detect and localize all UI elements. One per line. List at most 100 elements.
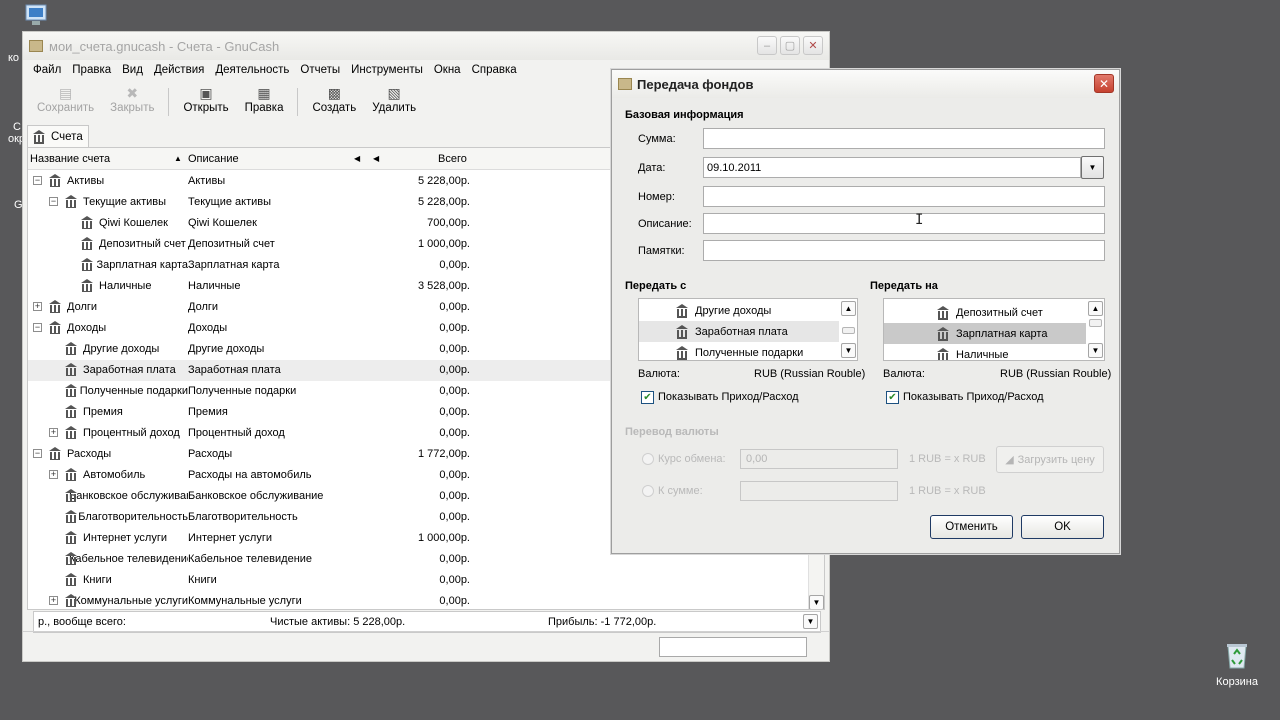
account-total: 5 228,00р.: [418, 175, 470, 187]
menu-tools[interactable]: Инструменты: [351, 64, 423, 76]
close-button[interactable]: ✕: [803, 36, 823, 55]
amount-label: Сумма:: [638, 133, 676, 145]
maximize-button[interactable]: ▢: [780, 36, 800, 55]
exchange-rate-field[interactable]: 0,00: [740, 449, 898, 469]
table-row[interactable]: + Долги Долги 0,00р.: [28, 297, 610, 318]
table-row[interactable]: Благотворительность Благотворительность …: [28, 507, 610, 528]
menu-edit[interactable]: Правка: [72, 64, 111, 76]
recycle-bin[interactable]: Корзина: [1210, 640, 1264, 688]
date-label: Дата:: [638, 162, 666, 174]
to-amount-radio[interactable]: [642, 485, 654, 497]
transfer-from-list[interactable]: Другие доходы Заработная плата Полученны…: [638, 298, 858, 361]
menu-help[interactable]: Справка: [472, 64, 517, 76]
exchange-rate-radio[interactable]: [642, 453, 654, 465]
scroll-up-button[interactable]: ▲: [841, 301, 856, 316]
tab-accounts[interactable]: Счета: [27, 125, 89, 147]
table-row[interactable]: Премия Премия 0,00р.: [28, 402, 610, 423]
list-item[interactable]: Полученные подарки: [639, 342, 839, 360]
to-show-income-checkbox[interactable]: ✔: [886, 391, 899, 404]
table-row[interactable]: Интернет услуги Интернет услуги 1 000,00…: [28, 528, 610, 549]
account-total: 1 000,00р.: [418, 532, 470, 544]
list-item-selected[interactable]: Заработная плата: [639, 321, 839, 342]
table-row[interactable]: Полученные подарки Полученные подарки 0,…: [28, 381, 610, 402]
main-titlebar[interactable]: мои_счета.gnucash - Счета - GnuCash – ▢ …: [23, 32, 829, 60]
to-amount-field[interactable]: [740, 481, 898, 501]
account-description: Коммунальные услуги: [188, 595, 302, 607]
summary-total-label: р., вообще всего:: [38, 616, 126, 628]
fetch-price-button[interactable]: ◢ Загрузить цену: [996, 446, 1104, 473]
from-show-income-checkbox[interactable]: ✔: [641, 391, 654, 404]
collapse-toggle[interactable]: −: [33, 176, 42, 185]
scroll-up-button[interactable]: ▲: [1088, 301, 1103, 316]
column-total[interactable]: Всего: [438, 153, 467, 165]
expand-toggle[interactable]: +: [33, 302, 42, 311]
table-row[interactable]: + Коммунальные услуги Коммунальные услуг…: [28, 591, 610, 609]
table-row[interactable]: − Текущие активы Текущие активы 5 228,00…: [28, 192, 610, 213]
scroll-down-button[interactable]: ▼: [809, 595, 824, 609]
minimize-button[interactable]: –: [757, 36, 777, 55]
number-field[interactable]: [703, 186, 1105, 207]
desktop-computer-icon[interactable]: [22, 2, 52, 30]
table-row[interactable]: − Активы Активы 5 228,00р.: [28, 171, 610, 192]
menu-file[interactable]: Файл: [33, 64, 61, 76]
app-icon: [29, 40, 43, 52]
column-account-name[interactable]: Название счета: [30, 153, 110, 165]
table-row[interactable]: + Процентный доход Процентный доход 0,00…: [28, 423, 610, 444]
transfer-to-list[interactable]: Депозитный счет Зарплатная карта Наличны…: [883, 298, 1105, 361]
account-description: Заработная плата: [188, 364, 281, 376]
edit-button[interactable]: ▦ Правка: [237, 82, 292, 115]
expand-toggle[interactable]: +: [49, 596, 58, 605]
table-row[interactable]: Зарплатная карта Зарплатная карта 0,00р.: [28, 255, 610, 276]
expand-toggle[interactable]: +: [49, 428, 58, 437]
menu-view[interactable]: Вид: [122, 64, 143, 76]
table-row[interactable]: Qiwi Кошелек Qiwi Кошелек 700,00р.: [28, 213, 610, 234]
date-dropdown-button[interactable]: ▼: [1081, 156, 1104, 179]
basic-info-heading: Базовая информация: [625, 109, 744, 121]
list-item-selected[interactable]: Зарплатная карта: [884, 323, 1086, 344]
memo-field[interactable]: [703, 240, 1105, 261]
scroll-down-button[interactable]: ▼: [1088, 343, 1103, 358]
date-field[interactable]: 09.10.2011: [703, 157, 1081, 178]
table-row[interactable]: Наличные Наличные 3 528,00р.: [28, 276, 610, 297]
dialog-titlebar[interactable]: Передача фондов ✕: [612, 70, 1119, 98]
ok-button[interactable]: OK: [1021, 515, 1104, 539]
scroll-thumb[interactable]: [1089, 319, 1102, 327]
table-row[interactable]: + Автомобиль Расходы на автомобиль 0,00р…: [28, 465, 610, 486]
menu-windows[interactable]: Окна: [434, 64, 461, 76]
amount-field[interactable]: [703, 128, 1105, 149]
summary-dropdown-button[interactable]: ▼: [803, 614, 818, 629]
menu-actions[interactable]: Действия: [154, 64, 204, 76]
dialog-close-button[interactable]: ✕: [1094, 74, 1114, 93]
table-row[interactable]: Банковское обслуживание Банковское обслу…: [28, 486, 610, 507]
collapse-toggle[interactable]: −: [33, 449, 42, 458]
account-name: Премия: [83, 405, 123, 418]
list-item[interactable]: Депозитный счет: [884, 302, 1086, 323]
collapse-toggle[interactable]: −: [33, 323, 42, 332]
collapse-toggle[interactable]: −: [49, 197, 58, 206]
column-description[interactable]: Описание: [188, 153, 239, 165]
cancel-button[interactable]: Отменить: [930, 515, 1013, 539]
table-row[interactable]: − Расходы Расходы 1 772,00р.: [28, 444, 610, 465]
close-file-button[interactable]: ✖ Закрыть: [102, 82, 162, 115]
scroll-down-button[interactable]: ▼: [841, 343, 856, 358]
delete-account-button[interactable]: ▧ Удалить: [364, 82, 424, 115]
expand-toggle[interactable]: +: [49, 470, 58, 479]
account-total: 0,00р.: [439, 385, 470, 397]
scroll-thumb[interactable]: [842, 327, 855, 334]
description-field[interactable]: [703, 213, 1105, 234]
menu-reports[interactable]: Отчеты: [300, 64, 340, 76]
table-row[interactable]: Книги Книги 0,00р.: [28, 570, 610, 591]
new-account-button[interactable]: ▩ Создать: [304, 82, 364, 115]
list-item[interactable]: Другие доходы: [639, 300, 839, 321]
table-row[interactable]: − Доходы Доходы 0,00р.: [28, 318, 610, 339]
table-row[interactable]: Депозитный счет Депозитный счет 1 000,00…: [28, 234, 610, 255]
save-button[interactable]: ▤ Сохранить: [29, 82, 102, 115]
bank-icon: [48, 447, 62, 460]
exchange-rate-label: Курс обмена:: [658, 453, 726, 465]
table-row-selected[interactable]: Заработная плата Заработная плата 0,00р.: [28, 360, 610, 381]
list-item[interactable]: Наличные: [884, 344, 1086, 360]
open-button[interactable]: ▣ Открыть: [175, 82, 236, 115]
table-row[interactable]: Другие доходы Другие доходы 0,00р.: [28, 339, 610, 360]
table-row[interactable]: Кабельное телевидение Кабельное телевиде…: [28, 549, 610, 570]
menu-business[interactable]: Деятельность: [215, 64, 289, 76]
